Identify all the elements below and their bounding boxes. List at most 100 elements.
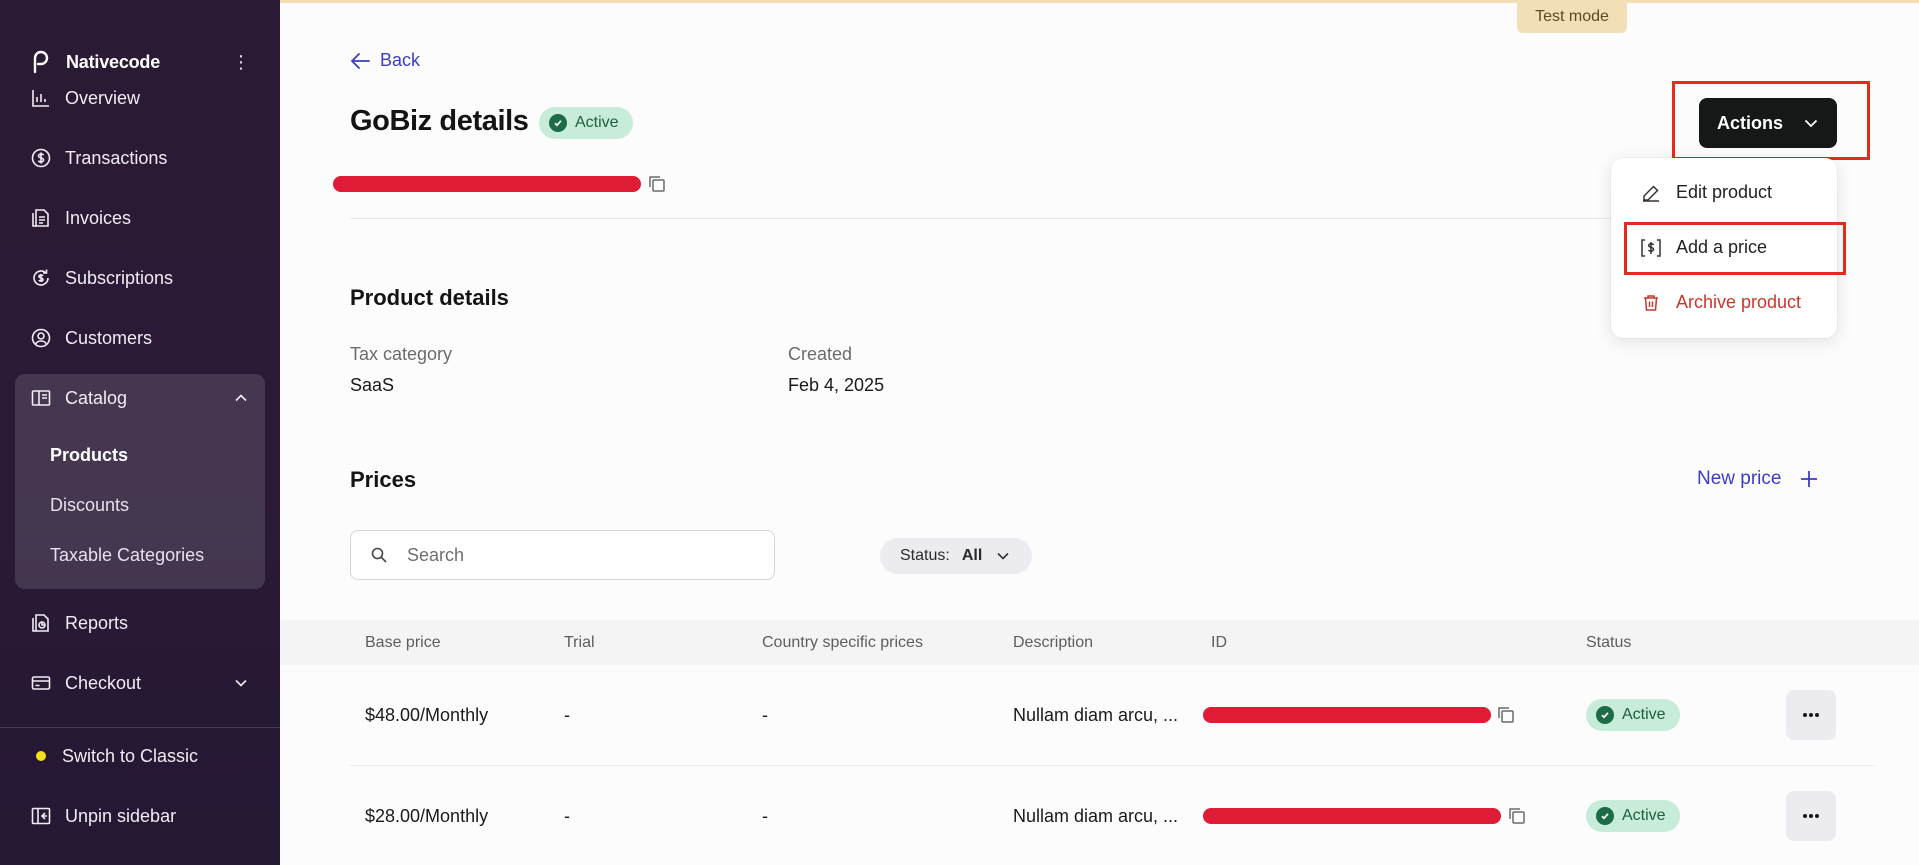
prices-table-header: Base price Trial Country specific prices… [280,620,1919,665]
price-id-redacted [1203,707,1491,723]
sidebar-item-checkout[interactable]: Checkout [30,668,250,698]
back-link[interactable]: Back [350,50,420,71]
created-label: Created [788,344,853,364]
chevron-up-icon [234,391,248,405]
chart-icon [30,87,52,109]
sidebar-item-invoices[interactable]: Invoices [30,203,250,233]
sidebar-item-subscriptions[interactable]: Subscriptions [30,263,250,293]
column-header-description: Description [1013,634,1094,651]
base-price-cell: $28.00/Monthly [365,806,489,826]
status-dot-icon [36,751,46,761]
product-id-redacted [333,176,641,192]
search-input[interactable] [407,544,747,566]
column-header-base-price: Base price [365,634,441,651]
tax-category-label: Tax category [350,344,453,364]
price-search [350,530,775,580]
sidebar-item-transactions[interactable]: Transactions [30,143,250,173]
sidebar-item-label: Customers [65,327,153,348]
trial-cell: - [564,705,570,725]
sidebar-item-customers[interactable]: Customers [30,323,250,353]
dollar-circle-icon [30,147,52,169]
menu-item-edit-product[interactable]: Edit product [1641,182,1772,203]
copy-icon[interactable] [1507,806,1527,826]
column-header-country-specific-prices: Country specific prices [762,634,923,651]
recurring-dollar-icon [30,267,52,289]
credit-card-icon [30,672,52,694]
sidebar-item-catalog[interactable]: Catalog [30,383,250,413]
status-filter-label: Status: [900,547,950,564]
country-prices-cell: - [762,705,768,725]
table-row[interactable]: $48.00/Monthly - - Nullam diam arcu, ...… [350,665,1875,765]
row-more-button[interactable] [1786,690,1836,740]
more-vertical-icon[interactable]: ⋮ [232,53,250,71]
copy-icon[interactable] [647,174,667,194]
country-prices-cell: - [762,806,768,826]
highlight-add-price-box [1624,222,1846,275]
new-price-label: New price [1697,468,1782,489]
chevron-down-icon [234,676,248,690]
catalog-icon [30,387,52,409]
switch-to-classic-label: Switch to Classic [62,745,199,766]
unpin-sidebar-icon [30,805,52,827]
prices-heading: Prices [350,467,417,492]
status-badge: Active [1586,699,1680,731]
sidebar-subitem-discounts[interactable]: Discounts [50,495,129,516]
description-cell: Nullam diam arcu, ... [1013,806,1179,826]
menu-item-archive-product[interactable]: Archive product [1641,292,1801,313]
check-circle-icon [549,114,567,132]
arrow-left-icon [350,52,370,70]
base-price-cell: $48.00/Monthly [365,705,489,725]
sidebar-item-label: Catalog [65,387,128,408]
column-header-id: ID [1211,634,1227,651]
sidebar-item-label: Transactions [65,147,168,168]
main-content: Test mode Back GoBiz details Active Acti… [280,0,1919,865]
created-value: Feb 4, 2025 [788,375,885,395]
brand-name: Nativecode [66,51,161,72]
sidebar-item-label: Checkout [65,672,142,693]
report-icon [30,612,52,634]
search-icon [371,547,387,563]
pencil-icon [1641,183,1661,203]
back-label: Back [380,50,421,70]
user-circle-icon [30,327,52,349]
sidebar-subitem-taxable-categories[interactable]: Taxable Categories [50,545,204,566]
highlight-actions-box [1672,81,1870,160]
description-cell: Nullam diam arcu, ... [1013,705,1179,725]
sidebar-item-label: Invoices [65,207,132,228]
check-circle-icon [1596,807,1614,825]
trial-cell: - [564,806,570,826]
page-title: GoBiz details [350,105,529,137]
status-filter-value: All [961,547,983,564]
menu-item-label: Archive product [1676,292,1802,312]
sidebar-item-label: Subscriptions [65,267,174,288]
table-row[interactable]: $28.00/Monthly - - Nullam diam arcu, ...… [350,766,1875,865]
sidebar-subitem-products[interactable]: Products [50,445,128,466]
brand-logo-icon [30,50,50,74]
chevron-down-icon [996,549,1010,563]
brand[interactable]: Nativecode ⋮ [30,50,250,74]
copy-icon[interactable] [1496,705,1516,725]
status-badge: Active [539,107,633,139]
switch-to-classic-button[interactable]: Switch to Classic [30,741,250,771]
menu-item-label: Edit product [1676,182,1773,202]
status-label: Active [1622,706,1666,723]
more-horizontal-icon [1802,712,1820,718]
status-filter-dropdown[interactable]: Status: All [880,538,1032,574]
sidebar-item-reports[interactable]: Reports [30,608,250,638]
check-circle-icon [1596,706,1614,724]
row-more-button[interactable] [1786,791,1836,841]
new-price-button[interactable]: New price [1697,468,1819,490]
trash-icon [1641,293,1661,313]
status-label: Active [1622,807,1666,824]
status-label: Active [575,114,619,131]
unpin-sidebar-button[interactable]: Unpin sidebar [30,801,250,831]
invoice-icon [30,207,52,229]
price-id-redacted [1203,808,1501,824]
status-badge: Active [1586,800,1680,832]
column-header-trial: Trial [564,634,595,651]
sidebar-item-label: Reports [65,612,129,633]
header-divider [350,218,1640,219]
plus-icon [1799,469,1819,489]
sidebar-item-overview[interactable]: Overview [30,83,250,113]
test-mode-bar [280,0,1919,3]
